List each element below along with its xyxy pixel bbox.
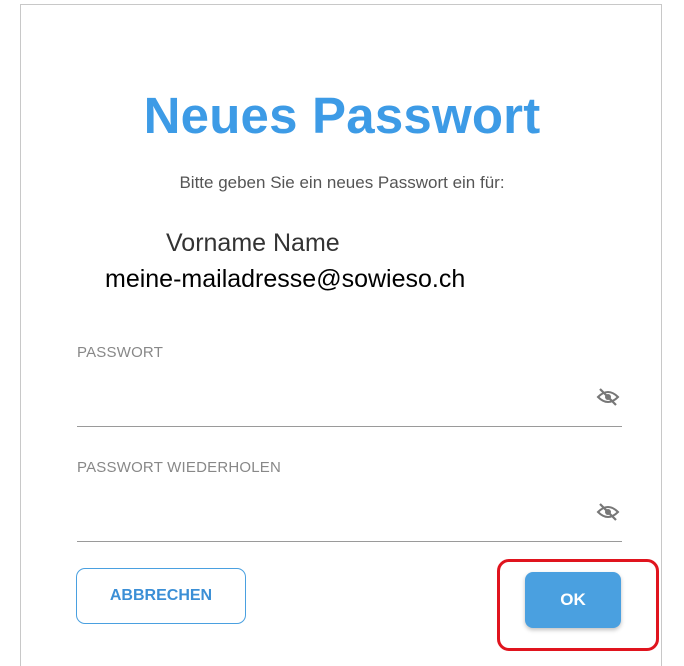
- dialog-title: Neues Passwort: [143, 87, 541, 144]
- password-underline: [77, 426, 622, 427]
- password-label: PASSWORT: [77, 344, 164, 361]
- user-email: meine-mailadresse@sowieso.ch: [105, 265, 466, 293]
- eye-off-icon[interactable]: [596, 388, 620, 406]
- ok-button[interactable]: OK: [525, 572, 621, 628]
- password-input[interactable]: [77, 380, 581, 412]
- dialog-subtitle: Bitte geben Sie ein neues Passwort ein f…: [179, 173, 505, 192]
- eye-off-icon[interactable]: [596, 503, 620, 521]
- cancel-button[interactable]: ABBRECHEN: [76, 568, 246, 624]
- password-repeat-label: PASSWORT WIEDERHOLEN: [77, 459, 282, 476]
- user-name: Vorname Name: [166, 229, 340, 257]
- password-repeat-underline: [77, 541, 622, 542]
- password-repeat-input[interactable]: [77, 494, 581, 526]
